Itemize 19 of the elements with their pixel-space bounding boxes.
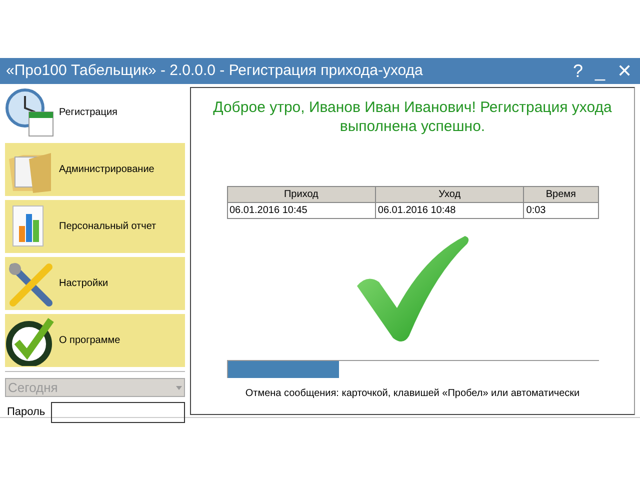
menu-item[interactable]: О программе [5, 314, 185, 367]
password-field[interactable] [51, 402, 185, 423]
menu-item[interactable]: Администрирование [5, 143, 185, 196]
menu-item[interactable]: Персональный отчет [5, 200, 185, 253]
table-cell: 0:03 [524, 202, 598, 218]
success-message: Доброе утро, Иванов Иван Иванович! Регистрация ухода выполнена успешно. [212, 98, 612, 136]
window-title: «Про100 Табельщик» - 2.0.0.0 - Регистрация прихода-ухода [6, 60, 424, 81]
table-cell: 06.01.2016 10:48 [375, 202, 524, 218]
menu-item[interactable]: Настройки [5, 257, 185, 310]
close-button[interactable]: ✕ [615, 62, 634, 80]
dropdown-arrow-icon [176, 386, 182, 390]
column-header: Уход [375, 186, 524, 202]
minimize-button[interactable]: _ [592, 62, 607, 80]
help-button[interactable]: ? [570, 62, 585, 80]
hint-text: Отмена сообщения: карточкой, клавишей «Пробел» или автоматически [245, 387, 580, 401]
column-header: Приход [227, 186, 376, 202]
table-cell: 06.01.2016 10:45 [227, 202, 376, 218]
password-label: Пароль [6, 405, 46, 420]
column-header: Время [524, 186, 598, 202]
